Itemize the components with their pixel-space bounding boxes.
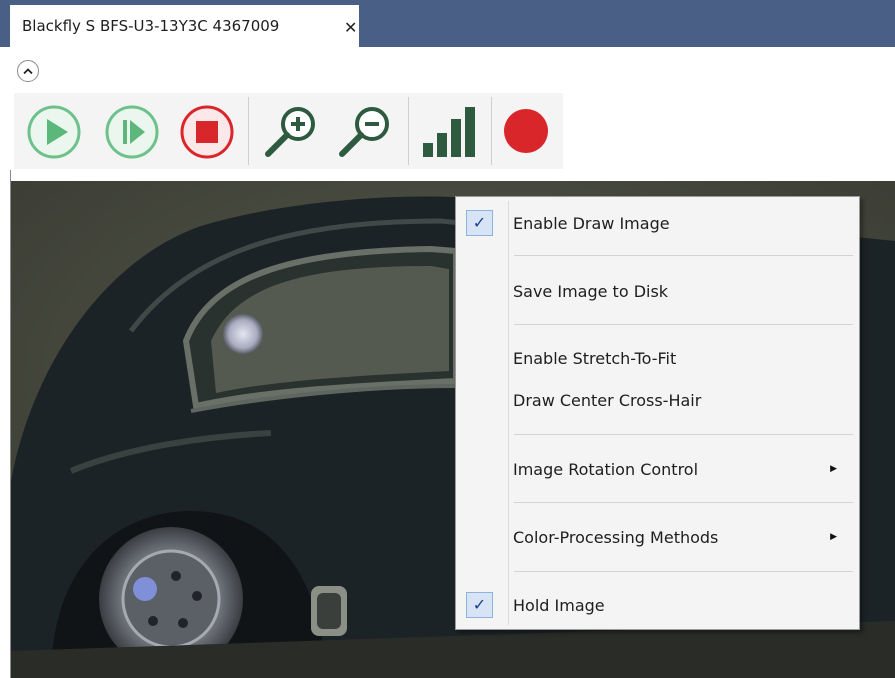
zoom-out-button[interactable] [334, 102, 396, 166]
menu-item-label: Draw Center Cross-Hair [513, 390, 702, 410]
toolbar-separator [491, 97, 492, 165]
menu-item-label: Enable Draw Image [513, 213, 670, 233]
menu-item-label: Hold Image [513, 595, 605, 615]
histogram-button[interactable] [419, 105, 479, 165]
menu-item-stretch-to-fit[interactable]: Enable Stretch-To-Fit [456, 342, 859, 374]
collapse-toolbar-button[interactable] [17, 60, 39, 82]
check-icon: ✓ [466, 210, 493, 236]
play-icon [27, 105, 81, 159]
stop-icon [180, 105, 234, 159]
zoom-in-button[interactable] [260, 102, 322, 166]
menu-item-label: Save Image to Disk [513, 281, 669, 301]
record-button[interactable] [503, 108, 549, 158]
step-play-icon [105, 105, 159, 159]
tab-bar: Blackfly S BFS-U3-13Y3C 4367009 ✕ [0, 0, 895, 47]
menu-item-center-crosshair[interactable]: Draw Center Cross-Hair [456, 384, 859, 416]
menu-item-image-rotation[interactable]: Image Rotation Control ▶ [456, 453, 859, 485]
menu-separator [514, 324, 853, 325]
menu-item-label: Image Rotation Control [513, 459, 699, 479]
menu-item-save-image[interactable]: Save Image to Disk [456, 275, 859, 307]
check-icon: ✓ [466, 592, 493, 618]
chevron-up-icon [23, 68, 33, 75]
menu-separator [514, 434, 853, 435]
submenu-arrow-icon: ▶ [830, 532, 837, 542]
close-icon[interactable]: ✕ [344, 20, 357, 36]
menu-item-color-processing[interactable]: Color-Processing Methods ▶ [456, 521, 859, 553]
menu-item-label: Enable Stretch-To-Fit [513, 348, 677, 368]
menu-item-hold-image[interactable]: ✓ Hold Image [456, 589, 859, 621]
single-frame-button[interactable] [104, 104, 160, 164]
menu-separator [514, 255, 853, 256]
menu-separator [514, 571, 853, 572]
menu-item-enable-draw-image[interactable]: ✓ Enable Draw Image [456, 207, 859, 239]
bar-chart-icon [423, 107, 475, 157]
menu-item-label: Color-Processing Methods [513, 527, 719, 547]
camera-toolbar [14, 93, 563, 169]
image-context-menu: ✓ Enable Draw Image Save Image to Disk E… [455, 196, 860, 630]
menu-separator [514, 502, 853, 503]
submenu-arrow-icon: ▶ [830, 464, 837, 474]
tab-camera[interactable]: Blackfly S BFS-U3-13Y3C 4367009 ✕ [10, 5, 359, 47]
toolbar-separator [248, 97, 249, 165]
toolbar-separator [408, 97, 409, 165]
record-icon [504, 109, 548, 153]
zoom-out-icon [339, 107, 389, 157]
zoom-in-icon [265, 107, 315, 157]
stop-button[interactable] [179, 104, 235, 164]
tab-title: Blackfly S BFS-U3-13Y3C 4367009 [22, 17, 280, 35]
start-button[interactable] [26, 104, 82, 164]
